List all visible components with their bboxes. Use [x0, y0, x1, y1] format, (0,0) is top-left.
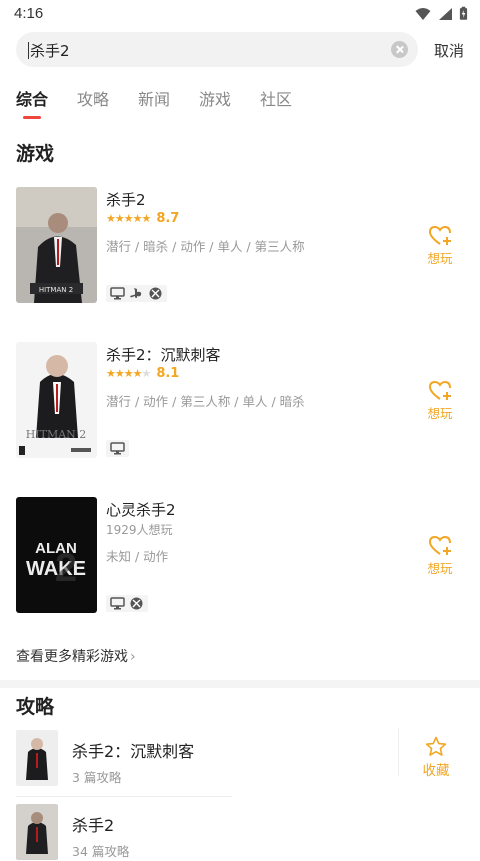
- search-field-text[interactable]: 杀手2: [28, 40, 70, 61]
- rating-score: 8.7: [156, 211, 180, 226]
- section-divider: [0, 680, 480, 688]
- signal-icon: [439, 7, 452, 20]
- favorite-label: 收藏: [422, 763, 450, 779]
- want-count: 1929人想玩: [106, 523, 173, 537]
- tab-all[interactable]: 综合: [16, 86, 48, 110]
- xbox-icon: [149, 287, 162, 300]
- tab-news[interactable]: 新闻: [138, 86, 170, 110]
- game-item-hitman-2-silent-assassin[interactable]: HITMAN 2 杀手2：沉默刺客 ★★★★★ 8.1 潜行 / 动作 / 第三…: [0, 342, 480, 462]
- svg-text:HITMAN 2: HITMAN 2: [26, 428, 87, 441]
- game-cover: HITMAN 2: [16, 187, 97, 303]
- rating-stars: ★★★★★: [106, 367, 151, 380]
- rating-score: 8.1: [156, 366, 180, 381]
- svg-text:HITMAN 2: HITMAN 2: [39, 286, 73, 294]
- guide-item[interactable]: 杀手2：沉默刺客 3 篇攻略 收藏: [0, 730, 480, 792]
- svg-text:2: 2: [55, 546, 77, 590]
- more-games-link[interactable]: 查看更多精彩游戏 ›: [16, 646, 136, 666]
- battery-icon: [459, 6, 468, 20]
- search-value: 杀手2: [30, 42, 70, 60]
- want-label: 想玩: [427, 561, 453, 576]
- games-section-title: 游戏: [16, 143, 55, 165]
- game-cover: HITMAN 2: [16, 342, 97, 458]
- guide-count: 3 篇攻略: [72, 770, 122, 785]
- clear-search-icon[interactable]: [391, 41, 408, 58]
- game-platforms: [106, 440, 129, 457]
- game-title: 杀手2：沉默刺客: [106, 346, 221, 364]
- guide-title: 杀手2：沉默刺客: [72, 742, 195, 761]
- pc-icon: [110, 287, 125, 300]
- tab-community[interactable]: 社区: [260, 86, 292, 110]
- game-tags: 未知 / 动作: [106, 549, 169, 564]
- tab-games[interactable]: 游戏: [199, 86, 231, 110]
- tab-guides[interactable]: 攻略: [77, 86, 109, 110]
- game-title: 心灵杀手2: [106, 501, 176, 519]
- game-rating: ★★★★★ 8.1: [106, 366, 179, 381]
- playstation-icon: [130, 288, 142, 298]
- search-tabs: 综合 攻略 新闻 游戏 社区: [0, 86, 480, 126]
- guide-separator: [16, 796, 232, 797]
- heart-plus-icon: [428, 380, 451, 400]
- guide-thumbnail: [16, 730, 58, 786]
- game-item-alan-wake-2[interactable]: ALAN WAKE 2 心灵杀手2 1929人想玩 未知 / 动作 想玩: [0, 497, 480, 617]
- cancel-button[interactable]: 取消: [434, 40, 464, 61]
- guides-section-title: 攻略: [16, 696, 55, 718]
- game-cover: ALAN WAKE 2: [16, 497, 97, 613]
- game-rating: ★★★★★ 8.7: [106, 211, 179, 226]
- guide-title: 杀手2: [72, 816, 115, 835]
- wifi-icon: [415, 7, 431, 20]
- xbox-icon: [130, 597, 143, 610]
- rating-stars: ★★★★★: [106, 212, 151, 225]
- search-input[interactable]: 杀手2: [16, 32, 418, 67]
- status-icons: [415, 6, 468, 21]
- guide-item[interactable]: 杀手2 34 篇攻略: [0, 804, 480, 861]
- game-tags: 潜行 / 动作 / 第三人称 / 单人 / 暗杀: [106, 394, 305, 409]
- status-bar: 4:16: [0, 0, 480, 28]
- want-label: 想玩: [427, 406, 453, 421]
- favorite-divider: [398, 728, 399, 776]
- heart-plus-icon: [428, 225, 451, 245]
- game-title: 杀手2: [106, 191, 146, 209]
- want-to-play-button[interactable]: 想玩: [424, 535, 456, 577]
- favorite-button[interactable]: 收藏: [416, 736, 456, 779]
- want-to-play-button[interactable]: 想玩: [424, 380, 456, 422]
- game-platforms: [106, 595, 148, 612]
- active-tab-indicator: [23, 116, 41, 119]
- heart-plus-icon: [428, 535, 451, 555]
- search-row: 杀手2 取消: [0, 32, 480, 68]
- chevron-right-icon: ›: [130, 649, 136, 665]
- status-time: 4:16: [14, 5, 44, 22]
- want-label: 想玩: [427, 251, 453, 266]
- guide-thumbnail: [16, 804, 58, 860]
- guide-count: 34 篇攻略: [72, 844, 130, 859]
- game-tags: 潜行 / 暗杀 / 动作 / 单人 / 第三人称: [106, 239, 305, 254]
- star-outline-icon: [425, 736, 447, 756]
- want-to-play-button[interactable]: 想玩: [424, 225, 456, 267]
- pc-icon: [110, 442, 125, 455]
- pc-icon: [110, 597, 125, 610]
- game-platforms: [106, 285, 167, 302]
- game-item-hitman-2[interactable]: HITMAN 2 杀手2 ★★★★★ 8.7 潜行 / 暗杀 / 动作 / 单人…: [0, 187, 480, 307]
